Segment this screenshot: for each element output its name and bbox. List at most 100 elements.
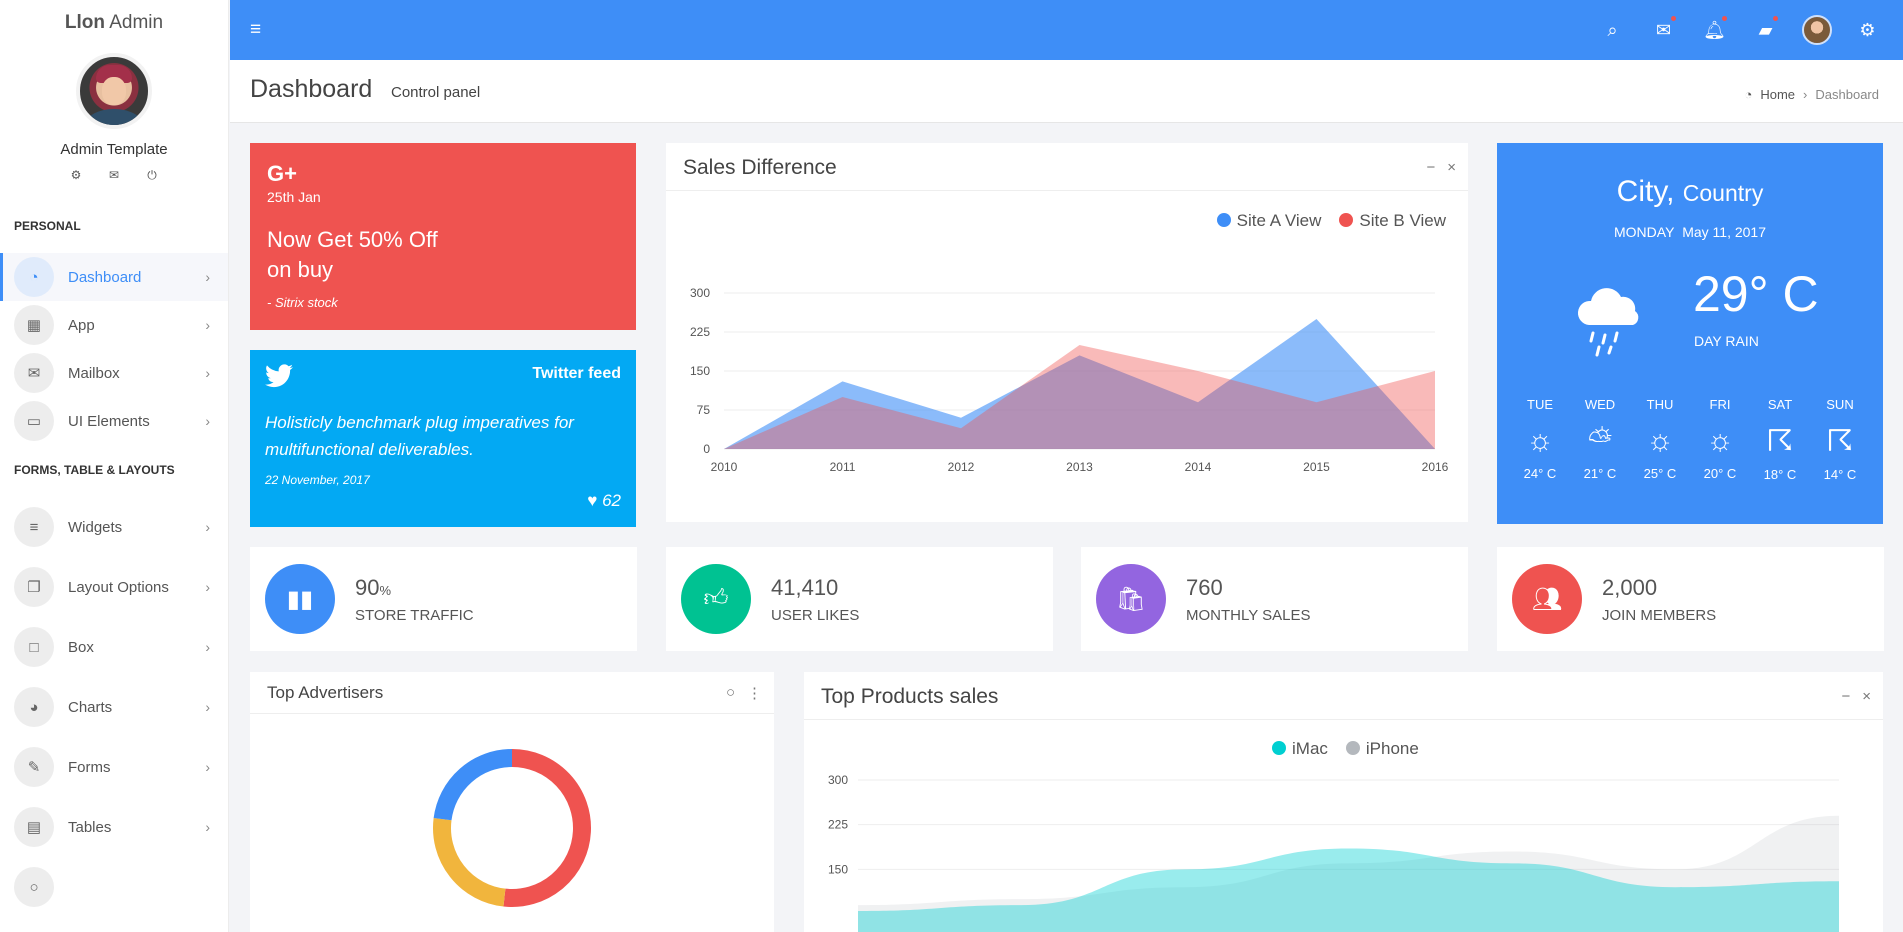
bar-chart-icon: ▮▮ — [265, 564, 335, 634]
menu-toggle-icon[interactable]: ≡ — [250, 19, 261, 41]
minimize-icon[interactable]: − — [1426, 159, 1435, 176]
sidebar-item-layout-options[interactable]: ❐ Layout Options › — [0, 557, 228, 617]
stat-label: USER LIKES — [771, 606, 860, 624]
shopping-bag-icon: 🛍︎ — [1096, 564, 1166, 634]
chevron-right-icon: › — [205, 269, 210, 285]
brand-logo[interactable]: Llon Admin — [0, 0, 228, 44]
close-icon[interactable]: × — [1862, 688, 1871, 705]
edit-icon: ✎ — [14, 747, 54, 787]
sidebar-item-dashboard[interactable]: ◔ Dashboard › — [0, 253, 228, 301]
gear-icon[interactable]: ⚙ — [68, 168, 84, 183]
box-header: Sales Difference − × — [666, 143, 1468, 191]
avatar[interactable] — [76, 53, 152, 129]
minimize-icon[interactable]: − — [1841, 688, 1850, 705]
user-avatar[interactable] — [1791, 15, 1842, 45]
box-title: Sales Difference — [683, 156, 837, 179]
weather-temperature: 29° C — [1693, 266, 1819, 322]
breadcrumb: ◔ Home › Dashboard — [1745, 87, 1880, 102]
box-tools: − × — [1426, 159, 1456, 176]
thumbs-up-icon: 👍︎ — [681, 564, 751, 634]
more-vert-icon[interactable]: ⋮ — [747, 684, 762, 702]
sidebar-item-tables[interactable]: ▤ Tables › — [0, 797, 228, 857]
stat-value: 41,410 — [771, 574, 839, 600]
sidebar-item-mailbox[interactable]: ✉ Mailbox › — [0, 349, 228, 397]
twitter-feed-title: Twitter feed — [532, 365, 621, 382]
bell-icon[interactable]: 🔔︎ — [1689, 15, 1740, 41]
chevron-right-icon: › — [1803, 87, 1808, 102]
breadcrumb-current: Dashboard — [1815, 87, 1879, 102]
table-icon: ▤ — [14, 807, 54, 847]
sidebar-item-app[interactable]: ▦ App › — [0, 301, 228, 349]
weather-country: Country — [1682, 180, 1764, 206]
forecast-day: SUN ☈ 14° C — [1817, 397, 1863, 482]
x-tick-label: 2011 — [830, 460, 856, 474]
thunder-icon: ☈ — [1766, 425, 1794, 458]
promo-card: G+ 25th Jan Now Get 50% Off on buy - Sit… — [250, 143, 636, 330]
box-title: Top Products sales — [821, 685, 999, 708]
sun-icon: ☼ — [1646, 424, 1674, 457]
box-tools: ○ ⋮ — [726, 684, 762, 702]
sidebar-item-widgets[interactable]: ≡ Widgets › — [0, 497, 228, 557]
sidebar-item-charts[interactable]: ◕ Charts › — [0, 677, 228, 737]
weather-forecast: TUE ☼ 24° C WED ⛅︎ 21° C THU ☼ 25° C FRI ☼ 20° C… — [1517, 397, 1863, 482]
breadcrumb-home[interactable]: Home — [1760, 87, 1795, 102]
chat-icon[interactable]: ▰ — [1740, 15, 1791, 41]
tweet-date: 22 November, 2017 — [265, 473, 370, 487]
box-header: Top Advertisers ○ ⋮ — [250, 672, 774, 714]
sidebar-item-box[interactable]: □ Box › — [0, 617, 228, 677]
x-tick-label: 2010 — [711, 460, 738, 474]
y-tick-label: 225 — [828, 818, 848, 832]
search-icon[interactable]: ⌕ — [1587, 20, 1638, 41]
series-area-imac — [858, 848, 1839, 932]
forecast-day: TUE ☼ 24° C — [1517, 397, 1563, 482]
circle-icon: ○ — [14, 867, 54, 907]
chevron-right-icon: › — [205, 365, 210, 381]
legend-item-imac[interactable]: iMac — [1272, 739, 1328, 759]
refresh-icon[interactable]: ○ — [726, 684, 735, 702]
bars-icon: ≡ — [14, 507, 54, 547]
stat-value: 90% — [355, 574, 392, 600]
mail-icon[interactable]: ✉ — [1638, 15, 1689, 41]
sidebar-item-label: Mailbox — [68, 364, 120, 382]
envelope-icon: ✉ — [14, 353, 54, 393]
sidebar-item-label: App — [68, 316, 95, 334]
y-tick-label: 75 — [697, 403, 711, 417]
thunder-sun-icon: ☈ — [1826, 425, 1854, 458]
sun-icon: ☼ — [1526, 424, 1554, 457]
donut-slice-0 — [503, 749, 591, 907]
y-tick-label: 150 — [828, 862, 848, 876]
forecast-day: FRI ☼ 20° C — [1697, 397, 1743, 482]
stat-card-user-likes: 👍︎ 41,410 USER LIKES — [666, 547, 1053, 651]
chevron-right-icon: › — [205, 819, 210, 835]
legend-item-iphone[interactable]: iPhone — [1345, 739, 1419, 759]
weather-city: City, — [1616, 175, 1675, 208]
sidebar-item-label: Layout Options — [68, 578, 169, 596]
x-tick-label: 2012 — [948, 460, 975, 474]
sidebar: Llon Admin Admin Template ⚙ ✉ ⏻ PERSONAL… — [0, 0, 229, 932]
stat-card-store-traffic: ▮▮ 90% STORE TRAFFIC — [250, 547, 637, 651]
pie-chart-icon: ◕ — [14, 687, 54, 727]
sidebar-item-next[interactable]: ○ — [0, 857, 228, 917]
power-icon[interactable]: ⏻ — [144, 168, 160, 183]
stat-card-join-members: 👥︎ 2,000 JOIN MEMBERS — [1497, 547, 1884, 651]
sales-chart: 0 75 150 225 300 2010 2011 2012 2013 2014 2015 2016 — [690, 286, 1449, 474]
sidebar-item-label: Charts — [68, 698, 113, 716]
x-tick-label: 2013 — [1066, 460, 1093, 474]
sidebar-item-label: Tables — [68, 818, 112, 836]
sidebar-item-label: UI Elements — [68, 412, 150, 430]
box-tools: − × — [1841, 688, 1871, 705]
box-title: Top Advertisers — [267, 683, 384, 702]
weather-card: City, Country MONDAY May 11, 2017 29° C … — [1497, 143, 1883, 524]
section-title-forms: FORMS, TABLE & LAYOUTS — [14, 463, 175, 477]
partly-cloudy-icon: ⛅︎ — [1588, 424, 1612, 457]
close-icon[interactable]: × — [1447, 159, 1456, 176]
promo-headline: Now Get 50% Off on buy — [267, 227, 438, 282]
sidebar-item-forms[interactable]: ✎ Forms › — [0, 737, 228, 797]
y-tick-label: 150 — [690, 364, 710, 378]
likes[interactable]: ♥ 62 — [587, 491, 621, 511]
sidebar-item-ui-elements[interactable]: ▭ UI Elements › — [0, 397, 228, 445]
top-icons: ⌕ ✉ 🔔︎ ▰ ⚙ — [1587, 0, 1893, 60]
settings-icon[interactable]: ⚙ — [1842, 20, 1893, 41]
square-icon: □ — [14, 627, 54, 667]
envelope-icon[interactable]: ✉ — [106, 168, 122, 183]
